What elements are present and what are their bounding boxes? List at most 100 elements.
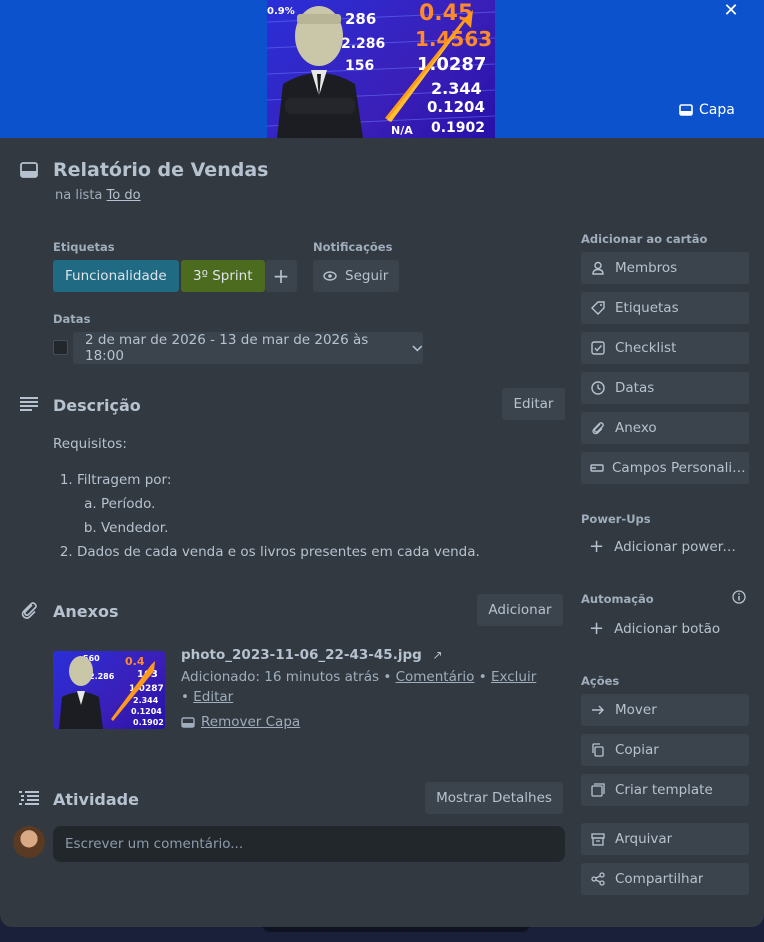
clock-icon bbox=[591, 381, 605, 395]
add-button-label: Adicionar botão bbox=[614, 621, 721, 637]
sidebar-button-label: Anexo bbox=[615, 420, 657, 436]
description-intro: Requisitos: bbox=[53, 436, 127, 452]
follow-label: Seguir bbox=[345, 268, 389, 284]
description-body[interactable]: Requisitos: Filtragem por: Período. Vend… bbox=[53, 432, 480, 564]
list-item-text: Filtragem por: bbox=[77, 472, 172, 488]
cover-button[interactable]: Capa bbox=[679, 96, 751, 124]
thumb-number: 0.1204 bbox=[131, 707, 162, 716]
sidebar-button-label: Etiquetas bbox=[615, 300, 679, 316]
thumbnail-graphic: 560 0.4 163 2.286 1.0287 2.344 0.1204 0.… bbox=[59, 654, 164, 729]
description-heading: Descrição bbox=[53, 396, 141, 415]
sidebar-button-label: Criar template bbox=[615, 782, 713, 798]
sidebar-button-custom-fields[interactable]: Campos Personalizados bbox=[581, 452, 749, 484]
cover-number: 0.1902 bbox=[431, 120, 485, 136]
follow-button[interactable]: Seguir bbox=[313, 260, 399, 292]
sidebar-button-copy[interactable]: Copiar bbox=[581, 734, 749, 766]
info-icon[interactable] bbox=[732, 590, 746, 604]
sidebar-button-label: Datas bbox=[615, 380, 655, 396]
add-powerups-label: Adicionar power-ups bbox=[614, 539, 739, 555]
remove-cover-link[interactable]: Remover Capa bbox=[181, 714, 300, 730]
sidebar-button-checklist[interactable]: Checklist bbox=[581, 332, 749, 364]
list-item: Vendedor. bbox=[101, 516, 480, 540]
comment-link[interactable]: Comentário bbox=[396, 669, 475, 685]
checkbox-icon bbox=[591, 341, 605, 355]
tag-icon bbox=[591, 301, 605, 315]
add-button-button[interactable]: + Adicionar botão bbox=[589, 618, 721, 639]
thumb-number: 2.286 bbox=[89, 672, 115, 681]
arrow-right-icon bbox=[592, 705, 604, 715]
card-cover: 0.9% 286 2.286 156 1.0287 2.344 0.1204 0… bbox=[0, 0, 764, 138]
sidebar-button-label: Checklist bbox=[615, 340, 677, 356]
plus-icon: + bbox=[589, 618, 605, 639]
actions-heading: Ações bbox=[581, 674, 620, 688]
cover-number: 0.9% bbox=[267, 6, 295, 17]
cover-number: 2.344 bbox=[431, 79, 482, 98]
powerups-heading: Power-Ups bbox=[581, 512, 651, 526]
label-chip-sprint[interactable]: 3º Sprint bbox=[181, 260, 265, 292]
cover-button-label: Capa bbox=[699, 102, 735, 118]
notifications-heading: Notificações bbox=[313, 240, 393, 254]
add-powerups-button[interactable]: + Adicionar power-ups bbox=[589, 538, 745, 556]
activity-icon bbox=[19, 791, 39, 805]
sidebar-button-labels[interactable]: Etiquetas bbox=[581, 292, 749, 324]
show-details-button[interactable]: Mostrar Detalhes bbox=[425, 782, 563, 814]
labels-heading: Etiquetas bbox=[53, 240, 115, 254]
plus-icon: + bbox=[272, 264, 290, 288]
list-link[interactable]: To do bbox=[107, 188, 141, 203]
due-complete-checkbox[interactable] bbox=[53, 340, 68, 355]
attachment-meta: Adicionado: 16 minutos atrás • Comentári… bbox=[181, 669, 537, 705]
sidebar-button-label: Copiar bbox=[615, 742, 659, 758]
add-to-card-heading: Adicionar ao cartão bbox=[581, 232, 708, 246]
attachment-thumbnail[interactable]: 560 0.4 163 2.286 1.0287 2.344 0.1204 0.… bbox=[53, 651, 165, 729]
dates-dropdown[interactable]: 2 de mar de 2026 - 13 de mar de 2026 às … bbox=[73, 332, 423, 364]
add-label-button[interactable]: + bbox=[265, 260, 297, 292]
sidebar-button-share[interactable]: Compartilhar bbox=[581, 863, 749, 895]
cover-number: 156 bbox=[345, 58, 374, 74]
comment-input[interactable]: Escrever um comentário... bbox=[53, 826, 565, 862]
cover-number: 0.45 bbox=[419, 1, 473, 26]
thumb-number: 0.1902 bbox=[133, 718, 164, 727]
delete-link[interactable]: Excluir bbox=[491, 669, 536, 685]
card-title[interactable]: Relatório de Vendas bbox=[53, 159, 268, 181]
person-icon bbox=[592, 261, 604, 275]
sidebar-button-attachment[interactable]: Anexo bbox=[581, 412, 749, 444]
edit-description-button[interactable]: Editar bbox=[502, 388, 565, 420]
label-chip-funcionalidade[interactable]: Funcionalidade bbox=[53, 260, 179, 292]
requirements-list: Filtragem por: Período. Vendedor. Dados … bbox=[77, 468, 480, 564]
dates-value: 2 de mar de 2026 - 13 de mar de 2026 às … bbox=[85, 332, 369, 364]
cover-icon bbox=[181, 716, 195, 728]
sidebar-button-label: Arquivar bbox=[615, 831, 673, 847]
activity-heading: Atividade bbox=[53, 790, 139, 809]
template-icon bbox=[591, 783, 605, 797]
attachments-heading: Anexos bbox=[53, 602, 119, 621]
external-link-icon[interactable]: ↗ bbox=[432, 648, 442, 662]
thumb-number: 0.4 bbox=[125, 655, 145, 668]
paperclip-icon bbox=[21, 602, 37, 619]
dates-heading: Datas bbox=[53, 312, 91, 326]
sidebar-button-archive[interactable]: Arquivar bbox=[581, 823, 749, 855]
sidebar-button-label: Mover bbox=[615, 702, 657, 718]
in-list-prefix: na lista bbox=[55, 188, 103, 203]
cover-number: 1.4563 bbox=[415, 27, 492, 51]
sidebar-button-template[interactable]: Criar template bbox=[581, 774, 749, 806]
stock-meme-graphic: 0.9% 286 2.286 156 1.0287 2.344 0.1204 0… bbox=[267, 1, 495, 138]
attachment-filename-text: photo_2023-11-06_22-43-45.jpg bbox=[181, 647, 422, 663]
add-attachment-button[interactable]: Adicionar bbox=[477, 594, 563, 626]
card-icon bbox=[20, 162, 38, 178]
cover-number: N/A bbox=[391, 124, 413, 137]
sidebar-button-move[interactable]: Mover bbox=[581, 694, 749, 726]
cover-image: 0.9% 286 2.286 156 1.0287 2.344 0.1204 0… bbox=[267, 0, 495, 138]
edit-attachment-link[interactable]: Editar bbox=[193, 689, 233, 705]
cover-icon bbox=[679, 104, 693, 116]
avatar[interactable] bbox=[13, 826, 45, 858]
chevron-down-icon bbox=[412, 345, 423, 352]
card-list-info: na lista To do bbox=[55, 188, 141, 203]
list-item: Período. bbox=[101, 492, 480, 516]
sidebar-button-dates[interactable]: Datas bbox=[581, 372, 749, 404]
attachment-filename[interactable]: photo_2023-11-06_22-43-45.jpg ↗ bbox=[181, 647, 443, 663]
close-icon[interactable]: ✕ bbox=[716, 0, 746, 22]
sidebar-button-members[interactable]: Membros bbox=[581, 252, 749, 284]
thumb-number: 2.344 bbox=[133, 696, 159, 705]
attachment-added-time: Adicionado: 16 minutos atrás bbox=[181, 669, 380, 685]
automation-heading: Automação bbox=[581, 592, 654, 606]
